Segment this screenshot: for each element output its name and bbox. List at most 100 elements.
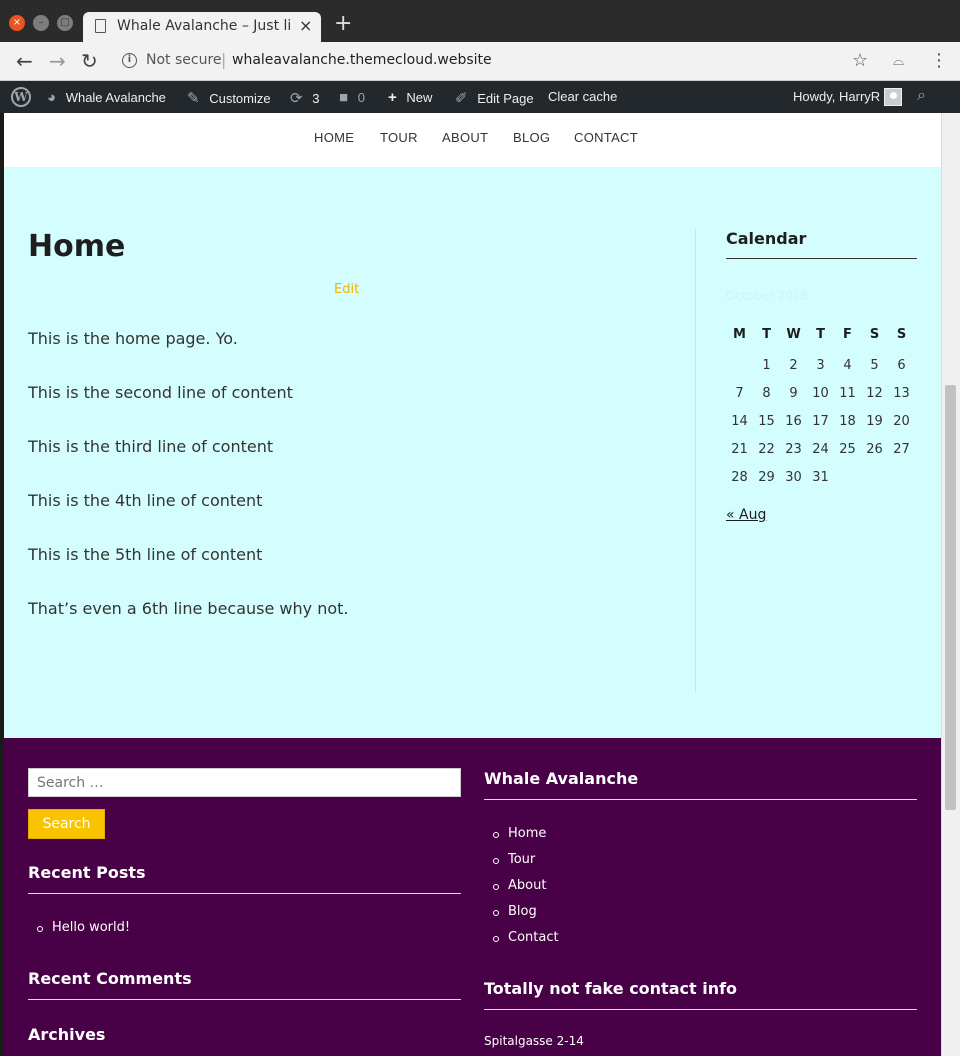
calendar-title: Calendar xyxy=(726,229,807,248)
admin-howdy-link[interactable]: Howdy, HarryR xyxy=(793,89,880,104)
recent-comments-title: Recent Comments xyxy=(28,969,192,988)
bookmark-star-icon[interactable]: ☆ xyxy=(852,50,868,71)
calendar-week-row: 1 2 3 4 5 6 xyxy=(726,351,915,379)
footer-link-tour[interactable]: Tour xyxy=(484,850,559,876)
content-paragraph: This is the third line of content xyxy=(28,437,274,456)
content-paragraph: This is the home page. Yo. xyxy=(28,329,238,348)
brush-icon: ✎ xyxy=(187,90,200,107)
content-paragraph: This is the 4th line of content xyxy=(28,491,263,510)
avatar[interactable] xyxy=(884,88,902,106)
tab-strip: × – □ Whale Avalanche – Just li × + xyxy=(0,0,960,42)
calendar-day: 30 xyxy=(785,469,802,485)
sidebar-divider xyxy=(695,229,696,692)
weekday-header: S xyxy=(896,326,907,342)
calendar-body: 1 2 3 4 5 6 7 8 9 10 11 12 13 14 15 16 17 18 19 20 21 22 23 24 2… xyxy=(726,351,915,491)
content-paragraph: This is the second line of content xyxy=(28,383,293,402)
calendar-day: 26 xyxy=(866,441,883,457)
calendar-day: 25 xyxy=(839,441,856,457)
weekday-header: T xyxy=(816,326,825,342)
page-viewport: HOME TOUR ABOUT BLOG CONTACT Home Edit T… xyxy=(4,113,941,1056)
footer-link-blog[interactable]: Blog xyxy=(484,902,559,928)
calendar-day xyxy=(861,463,888,491)
new-tab-button[interactable]: + xyxy=(334,12,352,36)
window-maximize-icon[interactable]: □ xyxy=(57,15,73,31)
wp-admin-bar: W ◕ Whale Avalanche ✎ Customize ⟳ 3 ■ 0 … xyxy=(0,81,960,113)
admin-site-link[interactable]: ◕ Whale Avalanche xyxy=(47,89,166,106)
dashboard-icon: ◕ xyxy=(47,89,57,106)
calendar-day: 12 xyxy=(866,385,883,401)
nav-blog[interactable]: BLOG xyxy=(513,130,550,145)
calendar-day: 5 xyxy=(870,357,879,373)
window-minimize-icon[interactable]: – xyxy=(33,15,49,31)
calendar-header-row: M T W T F S S xyxy=(726,317,915,351)
calendar-week-row: 21 22 23 24 25 26 27 xyxy=(726,435,915,463)
calendar-day: 20 xyxy=(893,413,910,429)
calendar-week-row: 14 15 16 17 18 19 20 xyxy=(726,407,915,435)
url-separator: | xyxy=(221,50,227,69)
admin-edit-page-link[interactable]: ✐ Edit Page xyxy=(455,89,534,107)
nav-home[interactable]: HOME xyxy=(314,130,354,145)
calendar-day: 19 xyxy=(866,413,883,429)
calendar-week-row: 7 8 9 10 11 12 13 xyxy=(726,379,915,407)
back-arrow-icon[interactable]: ← xyxy=(16,50,33,72)
widget-rule xyxy=(726,258,917,259)
search-button[interactable]: Search xyxy=(28,809,105,839)
nav-tour[interactable]: TOUR xyxy=(380,130,418,145)
browser-tab[interactable]: Whale Avalanche – Just li × xyxy=(83,12,321,42)
page-scrollbar[interactable] xyxy=(941,113,960,1056)
scrollbar-thumb[interactable] xyxy=(945,385,956,810)
reload-icon[interactable]: ↻ xyxy=(81,50,98,72)
admin-comments-link[interactable]: ■ 0 xyxy=(339,89,365,106)
weekday-header: W xyxy=(786,326,801,342)
widget-rule xyxy=(484,799,917,800)
archives-title: Archives xyxy=(28,1025,106,1044)
contact-info-title: Totally not fake contact info xyxy=(484,979,738,998)
search-input[interactable] xyxy=(28,768,461,797)
calendar-day: 16 xyxy=(785,413,802,429)
edit-link[interactable]: Edit xyxy=(334,282,359,297)
window-close-icon[interactable]: × xyxy=(9,15,25,31)
nav-about[interactable]: ABOUT xyxy=(442,130,488,145)
nav-contact[interactable]: CONTACT xyxy=(574,130,638,145)
admin-new-link[interactable]: + New xyxy=(388,89,432,106)
browser-toolbar: ← → ↻ i Not secure | whaleavalanche.them… xyxy=(0,42,960,81)
footer-link-home[interactable]: Home xyxy=(484,824,559,850)
wordpress-logo-icon[interactable]: W xyxy=(11,87,31,107)
footer-link-contact[interactable]: Contact xyxy=(484,928,559,954)
footer-site-links: Home Tour About Blog Contact xyxy=(484,824,559,954)
plus-icon: + xyxy=(388,89,397,106)
calendar-day: 27 xyxy=(893,441,910,457)
info-icon[interactable]: i xyxy=(122,53,137,68)
forward-arrow-icon[interactable]: → xyxy=(49,50,66,72)
browser-window: × – □ Whale Avalanche – Just li × + ← → … xyxy=(0,0,960,1056)
address-bar[interactable]: whaleavalanche.themecloud.website xyxy=(232,52,492,68)
recent-post-link[interactable]: Hello world! xyxy=(28,918,130,944)
calendar-caption: October 2018 xyxy=(726,289,809,303)
admin-new-label: New xyxy=(406,90,433,105)
footer-link-about[interactable]: About xyxy=(484,876,559,902)
page-title: Home xyxy=(28,229,126,264)
search-icon[interactable]: ⌕ xyxy=(917,87,926,105)
calendar-day: 18 xyxy=(839,413,856,429)
admin-customize-link[interactable]: ✎ Customize xyxy=(187,89,271,107)
admin-site-name: Whale Avalanche xyxy=(65,90,166,105)
calendar-day: 1 xyxy=(762,357,771,373)
tab-close-icon[interactable]: × xyxy=(299,16,312,35)
incognito-icon[interactable]: ⌓ xyxy=(893,53,904,69)
security-label[interactable]: Not secure xyxy=(146,52,222,68)
content-paragraph: That’s even a 6th line because why not. xyxy=(28,599,349,618)
admin-clear-cache-link[interactable]: Clear cache xyxy=(548,89,617,104)
widget-rule xyxy=(484,1009,917,1010)
admin-updates-link[interactable]: ⟳ 3 xyxy=(290,89,319,107)
calendar-day: 29 xyxy=(758,469,775,485)
weekday-header: S xyxy=(869,326,880,342)
calendar-prev-link[interactable]: « Aug xyxy=(726,507,766,523)
calendar-week-row: 28 29 30 31 xyxy=(726,463,915,491)
calendar-day: 13 xyxy=(893,385,910,401)
tab-title: Whale Avalanche – Just li xyxy=(117,18,292,34)
calendar-day: 9 xyxy=(789,385,798,401)
admin-comments-count: 0 xyxy=(357,90,365,105)
calendar-day: 7 xyxy=(735,385,744,401)
menu-kebab-icon[interactable]: ⋮ xyxy=(930,50,948,71)
comment-icon: ■ xyxy=(339,89,349,106)
